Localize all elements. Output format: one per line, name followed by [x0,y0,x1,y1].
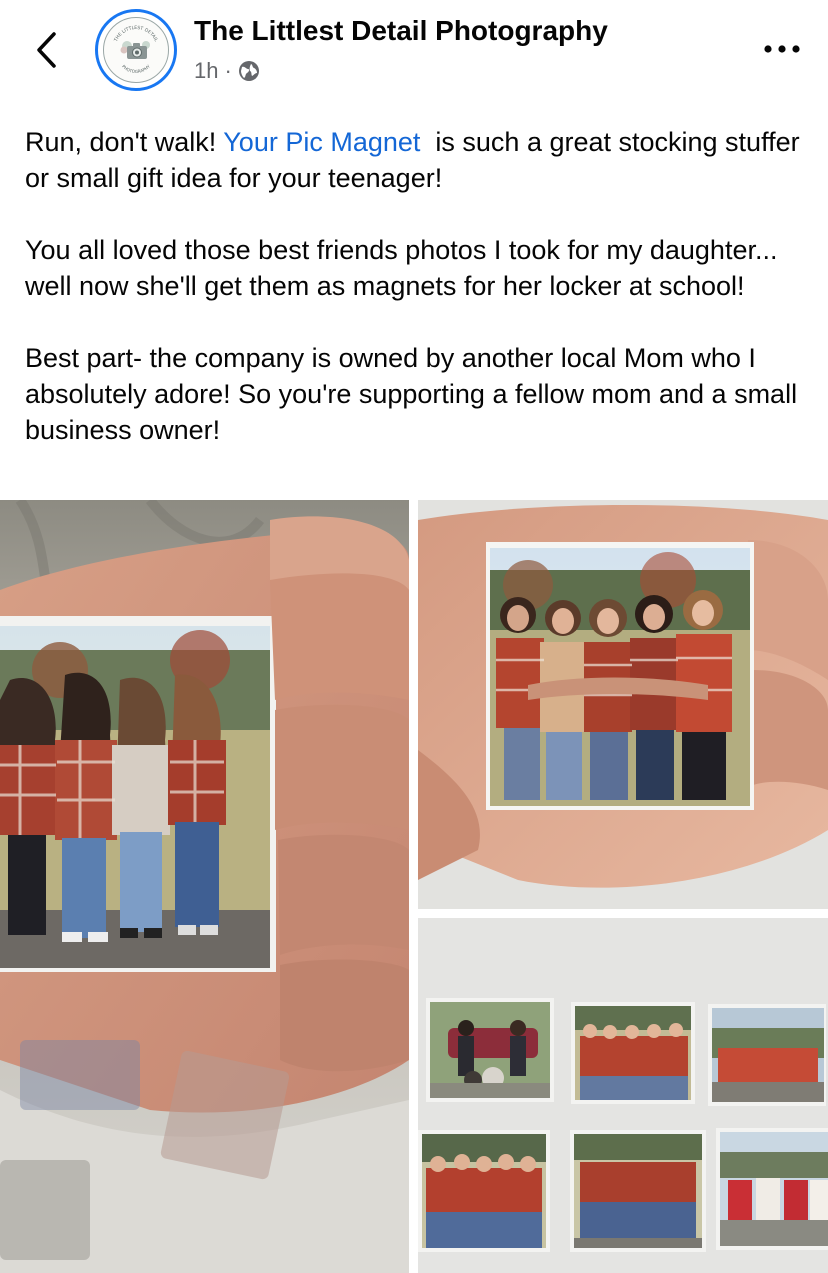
photo-magnet-collection-grid[interactable] [418,918,828,1273]
post-paragraph-1: Run, don't walk! Your Pic Magnet is such… [25,127,808,193]
post-header: THE LITTLEST DETAIL PHOTOGRAPHY The Litt… [0,0,828,100]
meta-separator: · [224,58,232,83]
svg-text:THE LITTLEST DETAIL: THE LITTLEST DETAIL [113,25,160,44]
photo-magnet-hand-back-view[interactable] [0,500,409,1273]
post-meta: 1h · [194,58,260,84]
back-button[interactable] [28,28,64,72]
more-options-button[interactable] [758,34,806,64]
svg-text:PHOTOGRAPHY: PHOTOGRAPHY [121,63,151,74]
photo-magnet-hand-front-view[interactable] [418,500,828,909]
post-time[interactable]: 1h [194,58,218,84]
post-body: Run, don't walk! Your Pic Magnet is such… [25,124,810,448]
page-avatar[interactable]: THE LITTLEST DETAIL PHOTOGRAPHY [95,9,177,91]
globe-icon [238,61,259,81]
chevron-left-icon [37,32,56,68]
more-horizontal-icon [764,45,800,53]
post-paragraph-2: You all loved those best friends photos … [25,235,778,301]
page-name[interactable]: The Littlest Detail Photography [194,15,608,47]
mention-link-your-pic-magnet[interactable]: Your Pic Magnet [223,127,420,157]
page-logo: THE LITTLEST DETAIL PHOTOGRAPHY [103,17,169,83]
post-paragraph-3: Best part- the company is owned by anoth… [25,343,798,445]
